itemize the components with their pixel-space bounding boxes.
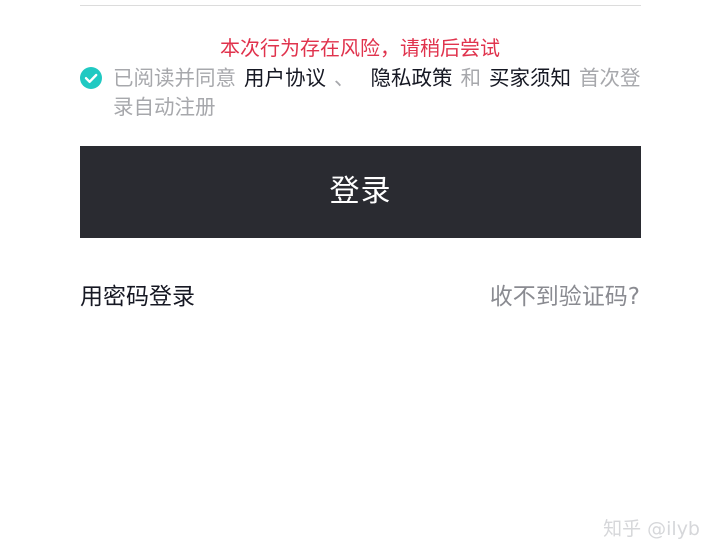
input-underline: [80, 5, 641, 6]
no-code-link[interactable]: 收不到验证码?: [490, 280, 640, 314]
watermark: 知乎 @ilyb: [603, 518, 700, 540]
agreement-prefix: 已阅读并同意: [113, 66, 236, 90]
risk-warning-message: 本次行为存在风险，请稍后尝试: [220, 36, 500, 60]
user-agreement-link[interactable]: 用户协议: [244, 66, 326, 90]
login-button[interactable]: 登录: [80, 146, 641, 238]
agreement-separator: 、: [334, 66, 355, 90]
agreement-text: 已阅读并同意 用户协议、隐私政策和买家须知 首次登录自动注册: [113, 64, 641, 122]
password-login-link[interactable]: 用密码登录: [80, 280, 195, 314]
buyer-notice-link[interactable]: 买家须知: [489, 66, 571, 90]
privacy-policy-link[interactable]: 隐私政策: [371, 66, 453, 90]
check-circle-icon[interactable]: [80, 67, 102, 89]
login-page: 本次行为存在风险，请稍后尝试 已阅读并同意 用户协议、隐私政策和买家须知 首次登录自…: [0, 0, 720, 556]
agreement-and: 和: [460, 66, 482, 90]
